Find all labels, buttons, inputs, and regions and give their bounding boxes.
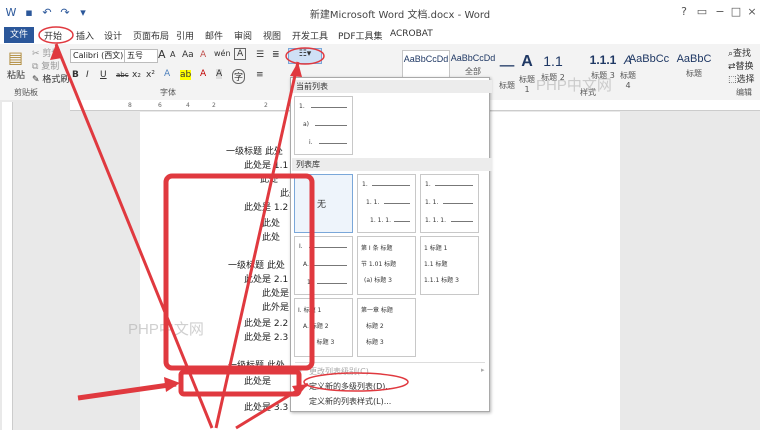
annotation-overlay xyxy=(38,26,409,430)
document-highlight-box xyxy=(163,173,315,371)
arrow-to-home-tab xyxy=(54,43,214,429)
multilevel-button-highlight xyxy=(285,47,325,65)
home-tab-highlight xyxy=(38,26,74,44)
arrowhead xyxy=(164,377,180,392)
level-highlight-box xyxy=(178,369,302,397)
define-list-highlight xyxy=(303,372,409,392)
arrow-to-level-box xyxy=(77,381,177,401)
